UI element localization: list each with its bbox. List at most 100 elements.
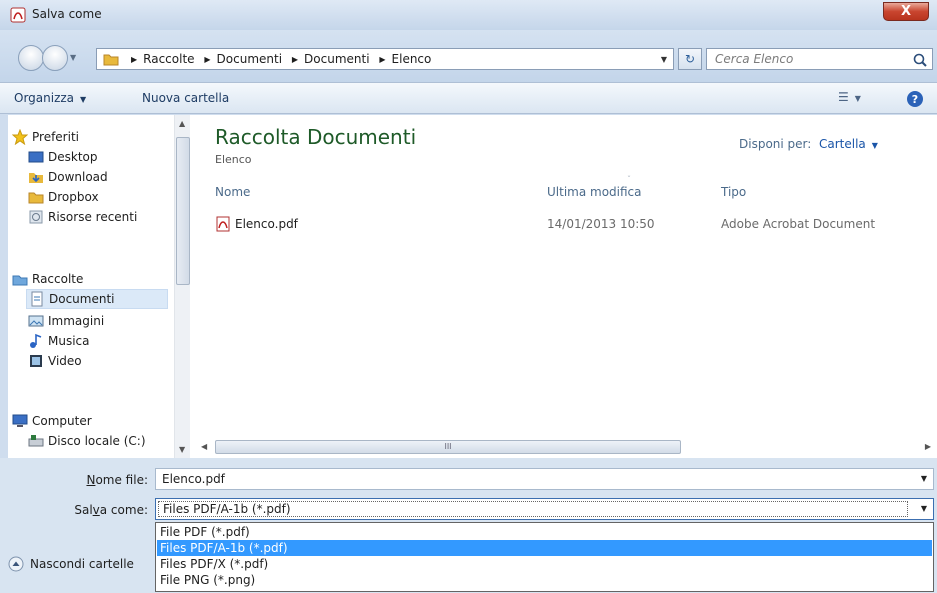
download-folder-icon [29, 173, 43, 183]
organize-menu[interactable]: Organizza ▼ [14, 91, 86, 105]
save-as-type-label: Salva come: [74, 503, 148, 517]
save-as-type-dropdown: File PDF (*.pdf) Files PDF/A-1b (*.pdf) … [155, 522, 934, 592]
search-icon[interactable] [912, 52, 928, 68]
arrange-by-value: Cartella [819, 137, 866, 151]
sidebar-label: Desktop [48, 150, 98, 164]
sidebar-label: Preferiti [32, 130, 79, 144]
computer-icon [12, 414, 28, 427]
search-box[interactable] [706, 48, 933, 70]
breadcrumb-item[interactable]: Documenti [304, 52, 370, 66]
scrollbar-thumb[interactable]: III [215, 440, 681, 454]
address-dropdown-icon[interactable]: ▼ [661, 55, 667, 64]
breadcrumb-item[interactable]: Documenti [217, 52, 283, 66]
file-name-combobox[interactable]: ▼ [155, 468, 934, 490]
file-name-label: Nome file: [86, 473, 148, 487]
search-input[interactable] [707, 49, 907, 69]
back-button[interactable] [18, 45, 44, 71]
chevron-down-icon: ▼ [854, 94, 861, 103]
navigation-pane: Preferiti Desktop Download Dropbox Risor… [8, 115, 195, 458]
sidebar-item-download[interactable]: Download [28, 167, 168, 187]
scroll-right-icon[interactable]: ▶ [925, 442, 931, 451]
sidebar-label: Computer [32, 414, 92, 428]
sidebar-item-local-disk[interactable]: Disco locale (C:) [28, 431, 173, 451]
music-icon [30, 333, 42, 348]
scroll-up-icon[interactable]: ▲ [179, 119, 185, 128]
sidebar-item-pictures[interactable]: Immagini [28, 311, 168, 331]
breadcrumb-item[interactable]: Raccolte [143, 52, 194, 66]
chevron-down-icon: ▼ [80, 95, 87, 104]
sidebar-label: Download [48, 170, 108, 184]
column-header-type[interactable]: Tipo [721, 185, 746, 199]
file-list-pane: Raccolta Documenti Elenco Disponi per: C… [195, 115, 937, 458]
pdf-app-icon [10, 7, 26, 23]
sidebar-item-desktop[interactable]: Desktop [28, 147, 168, 167]
documents-icon [31, 291, 43, 307]
file-name-input[interactable] [156, 469, 896, 489]
libraries-icon [12, 275, 28, 286]
sidebar-item-dropbox[interactable]: Dropbox [28, 187, 168, 207]
chevron-down-icon[interactable]: ▼ [921, 504, 927, 513]
folder-icon [28, 192, 44, 204]
forward-button[interactable] [42, 45, 68, 71]
sidebar-label: Musica [48, 334, 90, 348]
address-bar[interactable]: ▶ Raccolte ▶ Documenti ▶ Documenti ▶ Elenco … [96, 48, 674, 70]
scroll-down-icon[interactable]: ▼ [179, 445, 185, 454]
sidebar-computer[interactable]: Computer [12, 411, 172, 431]
library-title: Raccolta Documenti [215, 125, 417, 149]
recent-pages-dropdown[interactable]: ▼ [70, 53, 76, 62]
video-icon [30, 355, 42, 367]
sidebar-item-documents[interactable]: Documenti [26, 289, 168, 309]
sidebar-label: Documenti [49, 292, 115, 306]
column-header-modified[interactable]: Ultima modifica [547, 185, 642, 199]
sidebar-item-recent[interactable]: Risorse recenti [28, 207, 173, 227]
horizontal-scrollbar[interactable]: ◀ III ▶ [195, 438, 937, 456]
dropdown-option[interactable]: File PDF (*.pdf) [157, 524, 932, 540]
view-options-button[interactable]: ☰ ▼ [838, 90, 878, 108]
file-type: Adobe Acrobat Document [721, 217, 876, 231]
arrange-by-label: Disponi per: [739, 137, 812, 151]
scroll-left-icon[interactable]: ◀ [201, 442, 207, 451]
column-header-name[interactable]: Nome [215, 185, 250, 199]
pdf-file-icon [216, 216, 230, 232]
close-button[interactable]: X [883, 2, 929, 21]
sidebar-label: Risorse recenti [48, 210, 138, 224]
sidebar-item-video[interactable]: Video [28, 351, 168, 371]
chevron-down-icon[interactable]: ▼ [921, 474, 927, 483]
save-as-type-select[interactable]: Files PDF/A-1b (*.pdf) ▼ [155, 498, 934, 520]
details-view-icon: ☰ [838, 90, 849, 104]
star-icon [12, 129, 28, 145]
navigation-bar: ▼ ▶ Raccolte ▶ Documenti ▶ Documenti ▶ Elenc… [0, 30, 937, 82]
dropdown-option-selected[interactable]: Files PDF/A-1b (*.pdf) [157, 540, 932, 556]
sidebar-libraries[interactable]: Raccolte [12, 269, 172, 289]
toolbar: Organizza ▼ Nuova cartella ☰ ▼ ? [0, 82, 937, 114]
file-name: Elenco.pdf [235, 217, 298, 231]
new-folder-button[interactable]: Nuova cartella [142, 91, 229, 105]
sidebar-label: Video [48, 354, 82, 368]
save-as-type-value: Files PDF/A-1b (*.pdf) [158, 501, 908, 517]
library-subtitle: Elenco [215, 153, 252, 166]
refresh-button[interactable]: ↻ [678, 48, 702, 70]
dropdown-option[interactable]: Files PDF/X (*.pdf) [157, 556, 932, 572]
hard-drive-icon [28, 435, 44, 447]
content-area: Preferiti Desktop Download Dropbox Risor… [8, 115, 937, 458]
sidebar-scrollbar[interactable]: ▲ ▼ [174, 115, 190, 458]
title-bar: Salva come X [0, 0, 937, 30]
save-as-dialog: Salva come X ▼ ▶ Raccolte ▶ Documenti ▶ Doc… [0, 0, 937, 593]
help-icon[interactable]: ? [906, 90, 924, 108]
sidebar-item-music[interactable]: Musica [28, 331, 168, 351]
breadcrumb: ▶ Raccolte ▶ Documenti ▶ Documenti ▶ Elenco [131, 52, 432, 66]
sidebar-label: Raccolte [32, 272, 84, 286]
window-title: Salva come [32, 7, 102, 21]
desktop-icon [28, 151, 44, 163]
file-row[interactable]: Elenco.pdf 14/01/2013 10:50 Adobe Acroba… [215, 215, 915, 235]
hide-folders-label: Nascondi cartelle [30, 557, 134, 571]
arrange-by-dropdown[interactable]: Cartella ▼ [819, 137, 878, 151]
sidebar-favorites[interactable]: Preferiti [12, 127, 172, 147]
svg-text:?: ? [912, 93, 918, 106]
collapse-arrow-icon [8, 556, 24, 572]
folder-icon [103, 54, 119, 66]
pictures-icon [28, 315, 44, 327]
breadcrumb-item[interactable]: Elenco [392, 52, 432, 66]
scrollbar-thumb[interactable] [176, 137, 190, 285]
dropdown-option[interactable]: File PNG (*.png) [157, 572, 932, 588]
